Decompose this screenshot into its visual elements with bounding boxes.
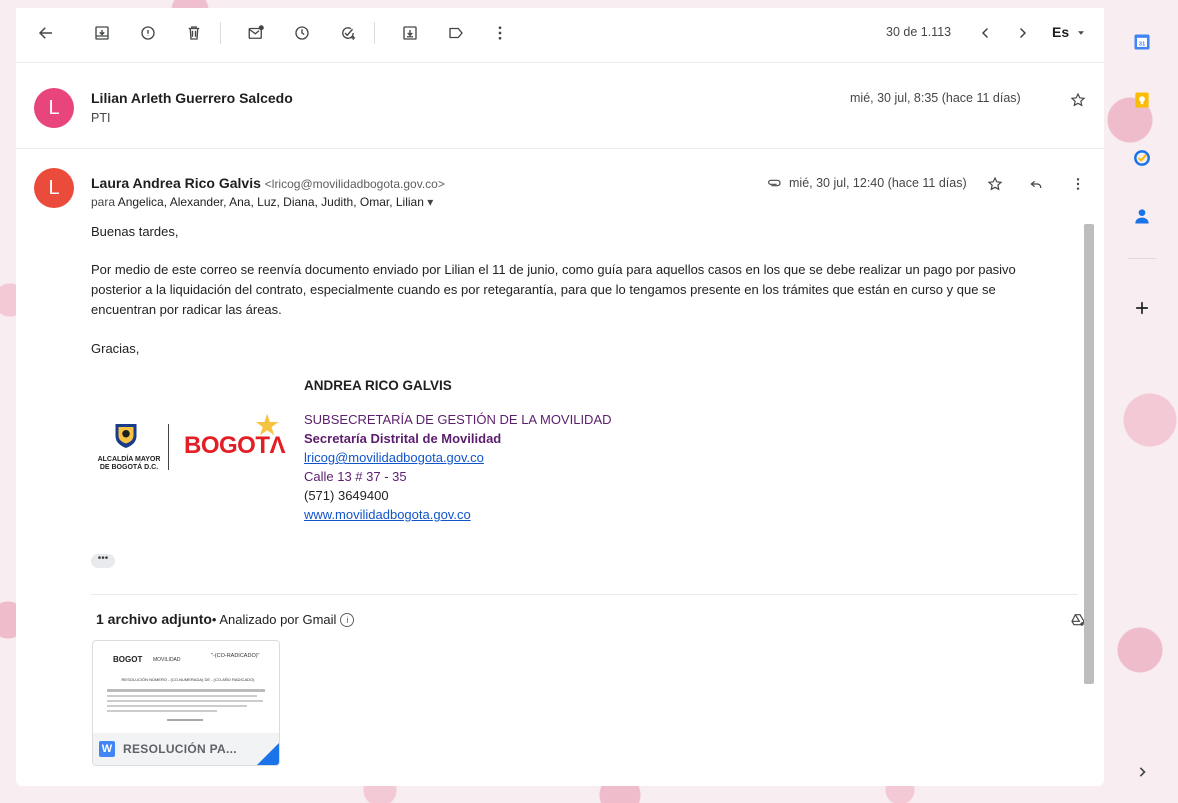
star-icon: ★	[255, 410, 279, 440]
thumbnail-radicado: "-(CO-RADICADO)"	[211, 653, 260, 659]
svg-text:31: 31	[1139, 41, 1146, 47]
thumbnail-heading: RESOLUCIÓN NÚMERO - (CO-NUMERADA) DE - (…	[121, 677, 255, 682]
star-icon[interactable]	[1068, 90, 1088, 110]
signature-phone: (571) 3649400	[304, 488, 389, 503]
email-paragraph-line-3: encuentran por radicar las áreas.	[91, 302, 282, 317]
signature-email-link[interactable]: lricog@movilidadbogota.gov.co	[304, 448, 484, 467]
signature-name: ANDREA RICO GALVIS	[304, 378, 452, 393]
sender-name[interactable]: Laura Andrea Rico Galvis	[91, 175, 261, 191]
recipients-line: para Angelica, Alexander, Ana, Luz, Dian…	[91, 195, 433, 209]
attachments-scan-status: • Analizado por Gmail	[211, 612, 337, 627]
recipients-list: Angelica, Alexander, Ana, Luz, Diana, Ju…	[117, 195, 424, 209]
word-doc-icon: W	[99, 741, 115, 757]
info-icon[interactable]: i	[340, 613, 355, 628]
logo-text-line-1: ALCALDÍA MAYOR	[97, 456, 161, 463]
alcaldia-logo: ALCALDÍA MAYOR DE BOGOTÁ D.C.	[94, 420, 164, 480]
message-date: mié, 30 jul, 12:40 (hace 11 días)	[789, 176, 967, 190]
archive-icon[interactable]	[90, 21, 114, 45]
reply-icon[interactable]	[1026, 174, 1046, 194]
email-greeting: Buenas tardes,	[91, 224, 179, 239]
attachments-header: 1 archivo adjunto• Analizado por Gmail i	[96, 611, 355, 628]
calendar-app-icon[interactable]: 31	[1128, 28, 1156, 56]
message-count: 30 de 1.113	[886, 25, 952, 39]
signature-organization: Secretaría Distrital de Movilidad	[304, 431, 502, 446]
more-vertical-icon[interactable]	[1068, 174, 1088, 194]
snooze-clock-icon[interactable]	[290, 21, 314, 45]
get-addons-plus-icon[interactable]	[1128, 294, 1156, 322]
show-trimmed-content-button[interactable]: •••	[91, 554, 115, 568]
attachments-count: 1 archivo adjunto	[96, 611, 212, 627]
signature-department: SUBSECRETARÍA DE GESTIÓN DE LA MOVILIDAD	[304, 412, 612, 427]
chevron-right-icon[interactable]	[1010, 21, 1034, 45]
bogota-logo: BOGOTΛ ★	[184, 410, 286, 459]
email-paragraph-line-2: posterior a la liquidación del contrato,…	[91, 282, 996, 297]
chevron-right-icon[interactable]	[1128, 758, 1156, 786]
add-task-icon[interactable]	[336, 21, 360, 45]
move-to-icon[interactable]	[398, 21, 422, 45]
sender-name[interactable]: Lilian Arleth Guerrero Salcedo	[91, 90, 293, 106]
avatar: L	[34, 88, 74, 128]
scrollbar-thumb[interactable]	[1084, 224, 1094, 684]
mark-unread-icon[interactable]	[244, 21, 268, 45]
logo-divider	[168, 424, 169, 470]
back-arrow-icon[interactable]	[34, 21, 58, 45]
tasks-app-icon[interactable]	[1128, 144, 1156, 172]
message-date: mié, 30 jul, 8:35 (hace 11 días)	[850, 91, 1021, 105]
keep-app-icon[interactable]	[1128, 86, 1156, 114]
mail-panel: 30 de 1.113 Es L Lilian Arleth Guerrero …	[16, 8, 1104, 786]
thumbnail-movilidad: MOVILIDAD	[153, 657, 181, 663]
message-snippet: PTI	[91, 111, 111, 125]
attachment-clip-icon	[764, 173, 784, 193]
attachment-file-name: RESOLUCIÓN PA...	[123, 742, 237, 756]
email-paragraph-line-1: Por medio de este correo se reenvía docu…	[91, 262, 1016, 277]
sender-email: <lricog@movilidadbogota.gov.co>	[264, 177, 445, 191]
toolbar: 30 de 1.113 Es	[16, 8, 1104, 58]
more-vertical-icon[interactable]	[488, 21, 512, 45]
attachment-footer: W RESOLUCIÓN PA...	[93, 733, 279, 765]
chevron-down-icon[interactable]	[1074, 21, 1088, 45]
avatar: L	[34, 168, 74, 208]
attachment-card[interactable]: BOGOT MOVILIDAD "-(CO-RADICADO)" RESOLUC…	[92, 640, 280, 766]
chevron-down-icon[interactable]: ▾	[427, 195, 433, 209]
doc-corner-fold	[257, 743, 279, 765]
label-icon[interactable]	[444, 21, 468, 45]
report-spam-icon[interactable]	[136, 21, 160, 45]
sender-line: Laura Andrea Rico Galvis <lricog@movilid…	[91, 175, 445, 191]
signature-address: Calle 13 # 37 - 35	[304, 469, 407, 484]
recipients-prefix: para	[91, 195, 116, 209]
signature-website-link[interactable]: www.movilidadbogota.gov.co	[304, 505, 471, 524]
email-thanks: Gracias,	[91, 341, 140, 356]
star-icon[interactable]	[985, 174, 1005, 194]
chevron-left-icon[interactable]	[974, 21, 998, 45]
contacts-app-icon[interactable]	[1128, 202, 1156, 230]
thumbnail-brand: BOGOT	[113, 655, 143, 664]
logo-text-line-2: DE BOGOTÁ D.C.	[99, 464, 159, 471]
attachment-thumbnail: BOGOT MOVILIDAD "-(CO-RADICADO)" RESOLUC…	[93, 641, 279, 733]
input-language-button[interactable]: Es	[1052, 24, 1069, 40]
delete-icon[interactable]	[182, 21, 206, 45]
